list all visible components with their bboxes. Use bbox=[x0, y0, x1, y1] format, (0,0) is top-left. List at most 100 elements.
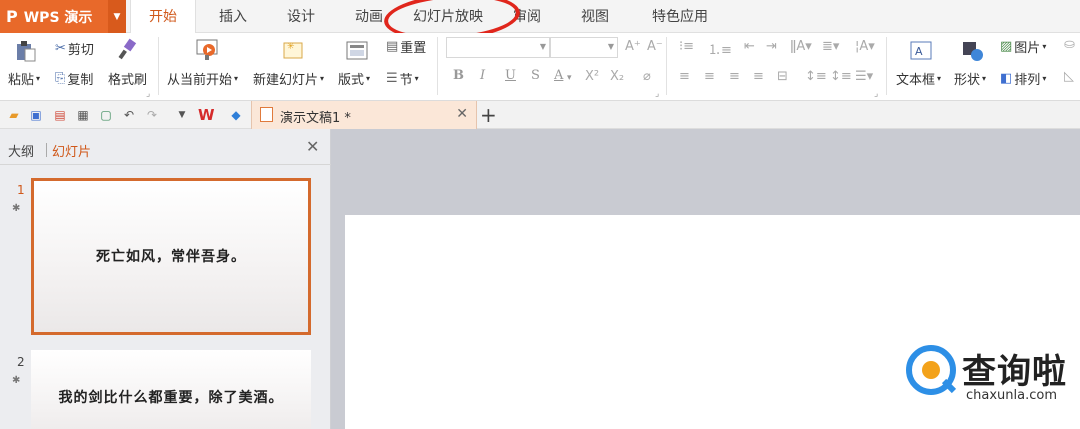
new-tab-icon[interactable]: + bbox=[480, 103, 497, 127]
close-tab-icon[interactable]: ✕ bbox=[456, 106, 468, 122]
cut-label: 剪切 bbox=[67, 43, 94, 58]
tab-outline[interactable]: 大纲 bbox=[8, 141, 34, 160]
slide-thumbnail-2[interactable]: 我的剑比什么都重要，除了美酒。 bbox=[31, 350, 311, 429]
svg-text:✳: ✳ bbox=[287, 42, 295, 52]
text-direction-icon[interactable]: ǁA▾ bbox=[790, 39, 812, 54]
fill-icon[interactable]: ⛀ bbox=[1064, 37, 1075, 52]
strikethrough-button[interactable]: S bbox=[531, 68, 540, 83]
from-current-button[interactable]: 从当前开始 ▾ bbox=[167, 69, 238, 88]
cloud-box-icon[interactable]: ◆ bbox=[228, 107, 244, 123]
paragraph-spacing-icon[interactable]: ↕≡ bbox=[830, 69, 852, 84]
tab-review[interactable]: 审阅 bbox=[499, 0, 555, 33]
align-left-icon[interactable]: ≡ bbox=[679, 69, 690, 84]
align-text-icon[interactable]: ≣▾ bbox=[822, 39, 839, 54]
convert-text-icon[interactable]: ¦A▾ bbox=[855, 39, 875, 54]
outline-icon[interactable]: ◺ bbox=[1064, 69, 1074, 84]
arrange-button[interactable]: ◧ 排列 ▾ bbox=[1000, 69, 1046, 88]
format-painter-button[interactable]: 格式刷 bbox=[108, 69, 147, 88]
arrange-icon: ◧ bbox=[1000, 71, 1013, 86]
tab-slideshow[interactable]: 幻灯片放映 bbox=[403, 0, 493, 33]
textbox-button[interactable]: 文本框 ▾ bbox=[896, 69, 941, 88]
layout-button[interactable]: 版式 ▾ bbox=[338, 69, 370, 88]
ribbon-divider bbox=[437, 37, 438, 95]
wps-logo-icon: P bbox=[6, 7, 18, 26]
align-right-icon[interactable]: ≡ bbox=[729, 69, 740, 84]
increase-indent-icon[interactable]: ⇥ bbox=[766, 39, 777, 54]
new-slide-icon: ✳ bbox=[281, 38, 305, 60]
scissors-icon: ✂ bbox=[55, 41, 66, 56]
close-panel-icon[interactable]: ✕ bbox=[306, 137, 319, 156]
font-color-dropdown-icon[interactable]: ▾ bbox=[567, 73, 572, 83]
wps-w-logo-icon[interactable]: W bbox=[198, 107, 215, 123]
clear-format-icon[interactable]: ⌀ bbox=[643, 69, 651, 84]
justify-icon[interactable]: ≡ bbox=[753, 69, 764, 84]
font-name-combo[interactable]: ▼ bbox=[446, 37, 550, 58]
paragraph-launcher-icon[interactable]: ⌟ bbox=[874, 89, 878, 99]
align-center-icon[interactable]: ≡ bbox=[704, 69, 715, 84]
textbox-label: 文本框 bbox=[896, 73, 936, 88]
columns-icon[interactable]: ☰▾ bbox=[855, 69, 873, 84]
grow-font-button[interactable]: A⁺ bbox=[625, 39, 641, 54]
app-menu-button[interactable]: P WPS 演示 bbox=[0, 0, 108, 33]
print-preview-icon[interactable]: ▢ bbox=[98, 107, 114, 123]
paste-button[interactable]: 粘贴 ▾ bbox=[8, 69, 40, 88]
save-icon[interactable]: ▣ bbox=[28, 107, 44, 123]
tab-special-features[interactable]: 特色应用 bbox=[632, 0, 728, 33]
shrink-font-button[interactable]: A⁻ bbox=[647, 39, 663, 54]
cut-button[interactable]: ✂ 剪切 bbox=[55, 39, 94, 58]
numbered-list-icon[interactable]: ⒈≡ bbox=[708, 39, 732, 58]
line-spacing-icon[interactable]: ↕≡ bbox=[805, 69, 827, 84]
decrease-indent-icon[interactable]: ⇤ bbox=[744, 39, 755, 54]
section-button[interactable]: ☰ 节 ▾ bbox=[386, 69, 419, 88]
slide-thumbnail-1[interactable]: 死亡如风，常伴吾身。 bbox=[31, 178, 311, 335]
bullet-list-icon[interactable]: ⁝≡ bbox=[679, 39, 694, 54]
ribbon-divider bbox=[886, 37, 887, 95]
paste-icon bbox=[14, 40, 38, 62]
slide-animation-star-icon: ✱ bbox=[12, 375, 21, 386]
reset-label: 重置 bbox=[400, 41, 427, 56]
copy-icon: ⎘ bbox=[55, 71, 66, 86]
open-folder-icon[interactable]: ▰ bbox=[6, 107, 22, 123]
superscript-button[interactable]: X² bbox=[585, 69, 599, 84]
print-icon[interactable]: ▦ bbox=[75, 107, 91, 123]
section-label: 节 bbox=[399, 73, 413, 88]
clipboard-launcher-icon[interactable]: ⌟ bbox=[146, 89, 150, 99]
tab-slides[interactable]: 幻灯片 bbox=[52, 141, 91, 160]
tab-animation[interactable]: 动画 bbox=[341, 0, 397, 33]
italic-button[interactable]: I bbox=[480, 68, 485, 83]
font-launcher-icon[interactable]: ⌟ bbox=[655, 89, 659, 99]
bold-button[interactable]: B bbox=[453, 68, 464, 83]
export-pdf-icon[interactable]: ▤ bbox=[52, 107, 68, 123]
panel-tab-divider bbox=[46, 143, 47, 157]
tab-insert[interactable]: 插入 bbox=[205, 0, 261, 33]
app-name: WPS 演示 bbox=[23, 9, 93, 26]
app-menu-dropdown-icon[interactable]: ▼ bbox=[108, 0, 126, 33]
redo-icon[interactable]: ↷ bbox=[144, 107, 160, 123]
copy-label: 复制 bbox=[67, 73, 94, 88]
undo-icon[interactable]: ↶ bbox=[121, 107, 137, 123]
copy-button[interactable]: ⎘ 复制 bbox=[55, 69, 93, 88]
tab-home[interactable]: 开始 bbox=[130, 0, 196, 34]
picture-icon: ▨ bbox=[1000, 39, 1013, 54]
distribute-icon[interactable]: ⊟ bbox=[777, 69, 788, 84]
underline-button[interactable]: U bbox=[505, 68, 516, 83]
shape-button[interactable]: 形状 ▾ bbox=[954, 69, 986, 88]
quick-access-bar: ▰ ▣ ▤ ▦ ▢ ↶ ↷ ▼ W ◆ 演示文稿1 * ✕ + bbox=[0, 101, 1080, 129]
customize-quick-access-icon[interactable]: ▼ bbox=[174, 107, 190, 123]
magnifier-logo-icon bbox=[906, 345, 957, 395]
tab-design[interactable]: 设计 bbox=[273, 0, 329, 33]
layout-label: 版式 bbox=[338, 73, 365, 88]
format-painter-icon bbox=[116, 38, 140, 60]
new-slide-button[interactable]: 新建幻灯片 ▾ bbox=[253, 69, 324, 88]
subscript-button[interactable]: X₂ bbox=[610, 69, 624, 84]
ribbon-toolbar: 粘贴 ▾ ✂ 剪切 ⎘ 复制 格式刷 ⌟ 从当前开始 ▾ ✳ 新建幻灯片 ▾ 版式 ▾ … bbox=[0, 33, 1080, 101]
tab-view[interactable]: 视图 bbox=[567, 0, 623, 33]
from-current-label: 从当前开始 bbox=[167, 73, 233, 88]
font-color-button[interactable]: A bbox=[554, 68, 563, 83]
picture-button[interactable]: ▨ 图片 ▾ bbox=[1000, 37, 1046, 56]
font-size-combo[interactable]: ▼ bbox=[550, 37, 618, 58]
document-tab[interactable]: 演示文稿1 * ✕ bbox=[251, 101, 477, 129]
reset-button[interactable]: ▤ 重置 bbox=[386, 37, 426, 56]
paste-label: 粘贴 bbox=[8, 73, 35, 88]
document-title: 演示文稿1 * bbox=[280, 111, 351, 126]
